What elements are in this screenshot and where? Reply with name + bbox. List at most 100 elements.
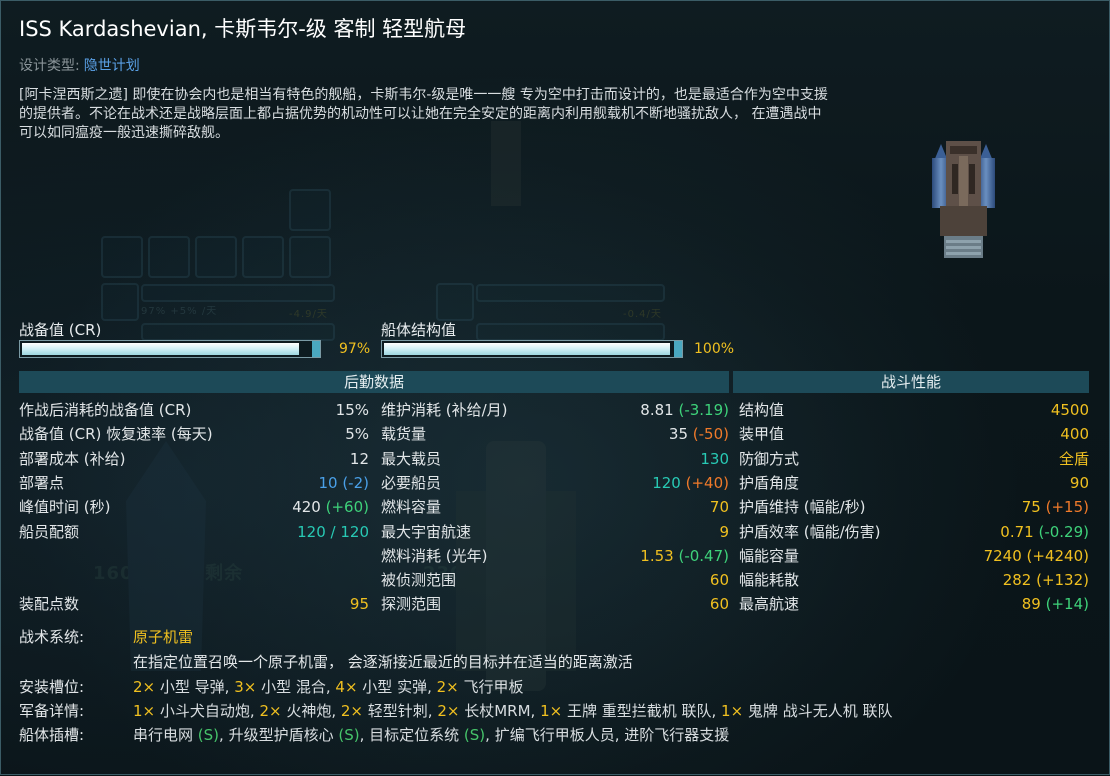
- stat-label: 船员配额: [19, 522, 80, 541]
- stat-value-delta: (-0.47): [673, 546, 729, 565]
- stat-value-main: 7240: [983, 546, 1022, 565]
- logistics-header: 后勤数据: [19, 371, 729, 393]
- list-separator: ,: [485, 726, 495, 744]
- cr-gauge-cap: [310, 341, 320, 357]
- combat-header: 战斗性能: [733, 371, 1089, 393]
- stat-value-main: 12: [349, 449, 369, 468]
- design-type-value: 隐世计划: [83, 58, 140, 74]
- stat-row: 防御方式 全盾: [739, 447, 1089, 471]
- stat-label: 战备值 (CR) 恢复速率 (每天): [19, 425, 213, 444]
- stat-label: 部署点: [19, 473, 65, 492]
- stat-label: 作战后消耗的战备值 (CR): [19, 401, 192, 419]
- stat-value-main: 全盾: [1058, 449, 1089, 468]
- stat-value-main: 4500: [1050, 401, 1089, 419]
- stat-value: 89 (+14): [1022, 592, 1089, 616]
- stat-label: 结构值: [739, 401, 785, 419]
- hull-gauge-fill: [384, 343, 670, 355]
- list-item: 轻型针刺,: [363, 702, 438, 720]
- list-item: 进阶飞行器支援: [624, 726, 730, 744]
- stat-value: 12: [350, 447, 369, 471]
- stat-value: 70: [710, 495, 729, 519]
- stat-value-delta: (-50): [688, 425, 729, 444]
- stat-value: 60: [710, 592, 729, 616]
- stat-value: 10 (-2): [318, 471, 369, 495]
- ghost-status-bar: [141, 284, 335, 302]
- stat-value-delta: (+40): [680, 473, 729, 492]
- stat-label: 维护消耗 (补给/月): [381, 401, 508, 419]
- stat-value-main: 130: [700, 449, 729, 468]
- stat-row: 船员配额 120 / 120: [19, 520, 369, 544]
- stat-value-main: 5%: [345, 425, 369, 444]
- ghost-star-badge: [436, 283, 474, 321]
- stat-label: 防御方式: [739, 449, 800, 468]
- stat-value: 全盾: [1059, 447, 1089, 471]
- ghost-icon-box: [289, 189, 331, 231]
- stat-row: 被侦测范围 60: [381, 568, 729, 592]
- list-item: 小型 混合,: [256, 678, 336, 696]
- hullmods-list: 串行电网 (S), 升级型护盾核心 (S), 目标定位系统 (S), 扩编飞行甲…: [133, 726, 729, 744]
- stat-row: 装甲值 400: [739, 422, 1089, 446]
- stat-value-main: 90: [1069, 473, 1089, 492]
- ghost-status-bar: [141, 323, 335, 341]
- list-separator: ,: [614, 726, 625, 744]
- stat-row: 部署点 10 (-2): [19, 471, 369, 495]
- stat-value-delta: (-2): [337, 473, 369, 492]
- stat-label: 护盾效率 (幅能/伤害): [739, 522, 881, 541]
- stat-label: 探测范围: [381, 595, 442, 614]
- list-item: 火神炮,: [281, 702, 341, 720]
- stat-label: 最大宇宙航速: [381, 522, 472, 541]
- list-item: 王牌 重型拦截机 联队,: [562, 702, 722, 720]
- list-item: 升级型护盾核心: [228, 726, 339, 744]
- list-count: 2×: [259, 702, 282, 720]
- list-separator: ,: [219, 726, 229, 744]
- stat-label: 护盾角度: [739, 473, 800, 492]
- ghost-status-bar: [476, 284, 665, 302]
- stat-value-main: 75: [1021, 498, 1041, 517]
- stat-label: 被侦测范围: [381, 571, 457, 590]
- stat-row: 部署成本 (补给) 12: [19, 447, 369, 471]
- stat-value: 4500: [1051, 398, 1089, 422]
- stat-value: 60: [710, 568, 729, 592]
- tactical-system-label: 战术系统:: [19, 628, 85, 646]
- stat-value-delta: (+132): [1031, 571, 1089, 590]
- mount-slots-label: 安装槽位:: [19, 678, 85, 696]
- stat-value: 95: [350, 592, 369, 616]
- stat-label: 最大载员: [381, 449, 442, 468]
- list-count: 2×: [133, 678, 156, 696]
- stat-label: 幅能容量: [739, 546, 800, 565]
- armaments-line: 军备详情: 1× 小斗犬自动炮, 2× 火神炮, 2× 轻型针刺, 2× 长杖MR…: [19, 700, 892, 722]
- cr-percent: 97%: [339, 341, 371, 357]
- stat-value-main: 120: [652, 473, 681, 492]
- design-type: 设计类型: 隐世计划: [19, 55, 140, 75]
- stat-row: 结构值 4500: [739, 398, 1089, 422]
- tactical-system-desc-line: 在指定位置召唤一个原子机雷， 会逐渐接近最近的目标并在适当的距离激活: [19, 651, 633, 673]
- stat-value-main: 10: [318, 473, 338, 492]
- stat-value-delta: (+4240): [1021, 546, 1089, 565]
- list-item: 飞行甲板: [458, 678, 524, 696]
- tactical-system-desc: 在指定位置召唤一个原子机雷， 会逐渐接近最近的目标并在适当的距离激活: [133, 653, 633, 671]
- stat-label: 燃料容量: [381, 498, 442, 517]
- stat-value: 7240 (+4240): [984, 544, 1089, 568]
- ghost-star-badge: [101, 283, 139, 321]
- stat-value: 282 (+132): [1003, 568, 1089, 592]
- hullmods-line: 船体插槽: 串行电网 (S), 升级型护盾核心 (S), 目标定位系统 (S), …: [19, 724, 729, 746]
- stat-value-main: 9: [719, 522, 729, 541]
- hullmod-s-tag: (S): [338, 726, 360, 744]
- hullmod-s-tag: (S): [463, 726, 486, 744]
- stat-row: 幅能耗散 282 (+132): [739, 568, 1089, 592]
- stat-value-delta: (+14): [1040, 595, 1089, 614]
- cr-gauge-fill: [22, 343, 299, 355]
- stat-label: 峰值时间 (秒): [19, 498, 111, 517]
- stat-value-main: 70: [709, 498, 729, 517]
- stat-value-delta: (+15): [1040, 498, 1089, 517]
- list-count: 1×: [540, 702, 563, 720]
- ship-description: [阿卡涅西斯之遗] 即使在协会内也是相当有特色的舰船，卡斯韦尔-级是唯一一艘 专…: [19, 87, 828, 141]
- ghost-icon-box: [242, 236, 284, 278]
- stat-value: 15%: [336, 398, 369, 422]
- ghost-status-bar: [476, 323, 665, 341]
- list-item: 长杖MRM,: [459, 702, 541, 720]
- design-type-label: 设计类型:: [19, 58, 80, 74]
- stat-row: 维护消耗 (补给/月) 8.81 (-3.19): [381, 398, 729, 422]
- tactical-system-name: 原子机雷: [133, 628, 194, 646]
- list-separator: ,: [359, 726, 370, 744]
